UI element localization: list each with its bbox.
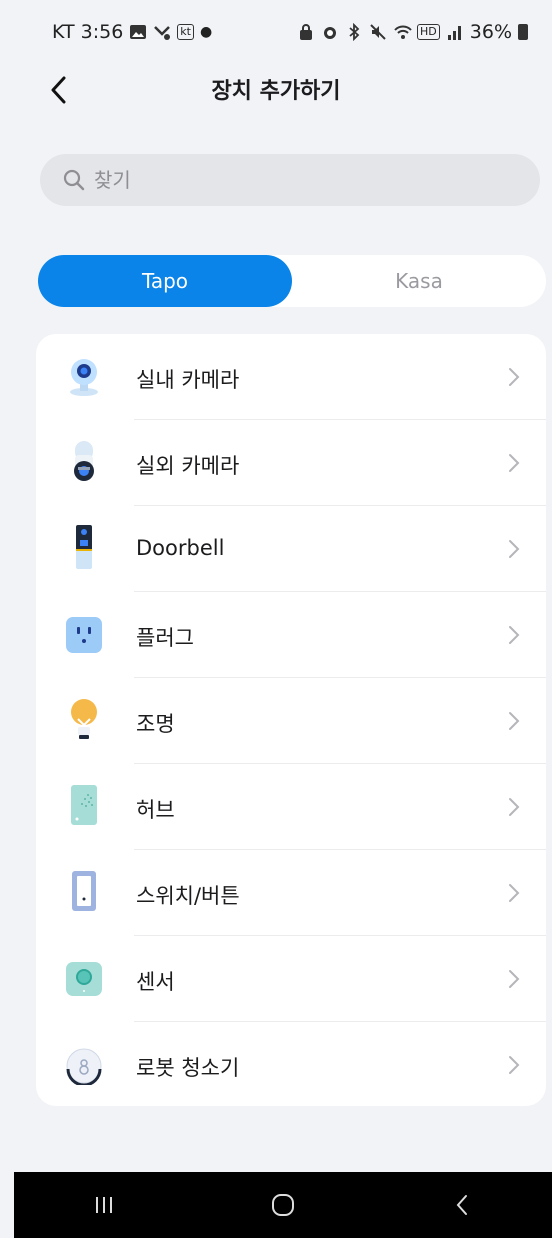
- hd-badge: HD: [417, 24, 440, 40]
- device-label: Doorbell: [136, 536, 225, 560]
- home-icon: [271, 1194, 294, 1216]
- device-label: 플러그: [136, 626, 194, 650]
- outdoor-camera-icon: [64, 441, 104, 481]
- bluetooth-icon: [345, 22, 363, 42]
- device-label: 로봇 청소기: [136, 1056, 240, 1080]
- search-icon: [63, 169, 85, 191]
- device-label: 실내 카메라: [136, 368, 240, 392]
- indoor-camera-icon: [64, 357, 104, 397]
- list-item-light[interactable]: 조명: [36, 678, 546, 764]
- list-item-hub[interactable]: 허브: [36, 764, 546, 850]
- brand-segmented-control: Tapo Kasa: [38, 255, 546, 307]
- tab-tapo[interactable]: Tapo: [38, 255, 292, 307]
- list-item-sensor[interactable]: 센서: [36, 936, 546, 1022]
- device-label: 실외 카메라: [136, 454, 240, 478]
- chevron-right-icon: [509, 970, 520, 988]
- switch-icon: [64, 871, 104, 911]
- recent-apps-button[interactable]: [74, 1180, 134, 1230]
- gallery-icon: [129, 23, 147, 41]
- home-button[interactable]: [253, 1180, 313, 1230]
- chevron-right-icon: [509, 884, 520, 902]
- chevron-right-icon: [509, 454, 520, 472]
- alarm-icon: [321, 23, 339, 41]
- list-item-plug[interactable]: 플러그: [36, 592, 546, 678]
- chevron-right-icon: [509, 626, 520, 644]
- kt-badge: kt: [177, 24, 194, 40]
- search-input[interactable]: [94, 168, 514, 192]
- bulb-icon: [64, 699, 104, 739]
- hub-icon: [64, 785, 104, 825]
- device-label: 스위치/버튼: [136, 884, 240, 908]
- signal-icon: [446, 23, 464, 41]
- chevron-right-icon: [509, 540, 520, 558]
- status-right: HD 36%: [297, 21, 528, 43]
- list-item-indoor-camera[interactable]: 실내 카메라: [36, 334, 546, 420]
- chevron-right-icon: [509, 368, 520, 386]
- sensor-icon: [64, 959, 104, 999]
- list-item-robot-vacuum[interactable]: 로봇 청소기: [36, 1022, 546, 1106]
- page-title: 장치 추가하기: [211, 79, 341, 104]
- system-nav-bar: [14, 1172, 552, 1238]
- tab-kasa[interactable]: Kasa: [292, 255, 546, 307]
- battery-icon: [518, 24, 528, 40]
- search-bar[interactable]: [40, 154, 540, 206]
- mute-icon: [369, 23, 387, 41]
- device-category-list: 실내 카메라 실외 카메라 Doorbell 플러그 조명 허브 스위치/버튼 …: [36, 334, 546, 1106]
- list-item-outdoor-camera[interactable]: 실외 카메라: [36, 420, 546, 506]
- back-icon: [456, 1195, 468, 1215]
- system-back-button[interactable]: [432, 1180, 492, 1230]
- chevron-left-icon: [51, 76, 66, 104]
- doorbell-icon: [64, 525, 104, 569]
- device-label: 센서: [136, 970, 175, 994]
- robot-vacuum-icon: [64, 1045, 104, 1085]
- device-label: 허브: [136, 798, 175, 822]
- chevron-right-icon: [509, 798, 520, 816]
- carrier-time: KT 3:56: [52, 21, 124, 43]
- header: 장치 추가하기: [0, 64, 552, 114]
- back-button[interactable]: [38, 70, 78, 110]
- chevron-right-icon: [509, 1056, 520, 1074]
- list-item-doorbell[interactable]: Doorbell: [36, 506, 546, 592]
- status-bar: KT 3:56 kt ● HD 36%: [0, 0, 552, 64]
- recent-apps-icon: [95, 1197, 112, 1213]
- plug-icon: [64, 615, 104, 655]
- missed-call-icon: [153, 23, 171, 41]
- device-label: 조명: [136, 712, 175, 736]
- wifi-icon: [393, 23, 412, 41]
- list-item-switch-button[interactable]: 스위치/버튼: [36, 850, 546, 936]
- battery-percent: 36%: [469, 21, 512, 43]
- status-left: KT 3:56 kt ●: [52, 21, 212, 43]
- lock-icon: [297, 23, 315, 41]
- chevron-right-icon: [509, 712, 520, 730]
- notification-dot-icon: ●: [199, 24, 213, 40]
